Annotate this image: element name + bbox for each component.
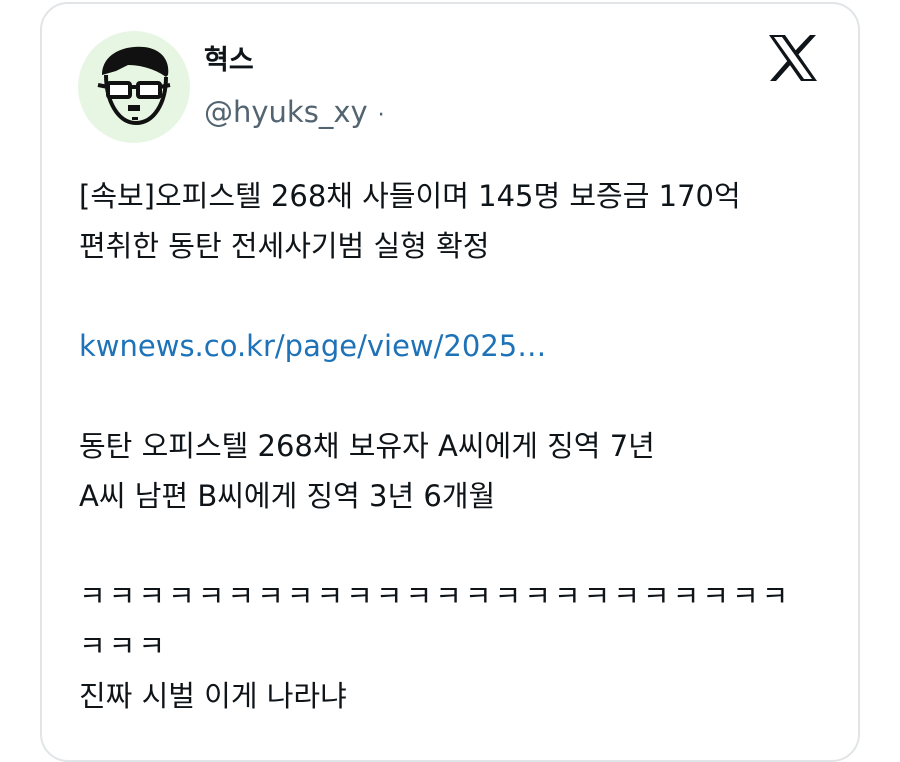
author-handle[interactable]: @hyuks_xy	[204, 95, 368, 129]
laugh-line-1: ㅋㅋㅋㅋㅋㅋㅋㅋㅋㅋㅋㅋㅋㅋㅋㅋㅋㅋㅋㅋㅋㅋㅋㅋ	[79, 579, 792, 613]
laugh-line-2: ㅋㅋㅋ	[79, 629, 169, 663]
tweet-text: [속보]오피스텔 268채 사들이며 145명 보증금 170억 편취한 동탄 …	[79, 171, 839, 721]
headline-line-1: [속보]오피스텔 268채 사들이며 145명 보증금 170억	[79, 179, 741, 213]
avatar-face-icon	[97, 46, 171, 126]
author-display-name[interactable]: 혁스	[204, 44, 254, 78]
detail-line-1: 동탄 오피스텔 268채 보유자 A씨에게 징역 7년	[79, 429, 655, 463]
author-avatar[interactable]	[78, 31, 190, 143]
handle-separator: ·	[377, 103, 385, 128]
closing-line: 진짜 시벌 이게 나라냐	[79, 679, 347, 713]
headline-line-2: 편취한 동탄 전세사기범 실형 확정	[79, 229, 490, 263]
author-handle-row: @hyuks_xy ·	[204, 94, 385, 134]
article-link[interactable]: kwnews.co.kr/page/view/2025…	[79, 321, 839, 371]
detail-line-2: A씨 남편 B씨에게 징역 3년 6개월	[79, 479, 496, 513]
x-logo-icon[interactable]	[768, 34, 818, 82]
